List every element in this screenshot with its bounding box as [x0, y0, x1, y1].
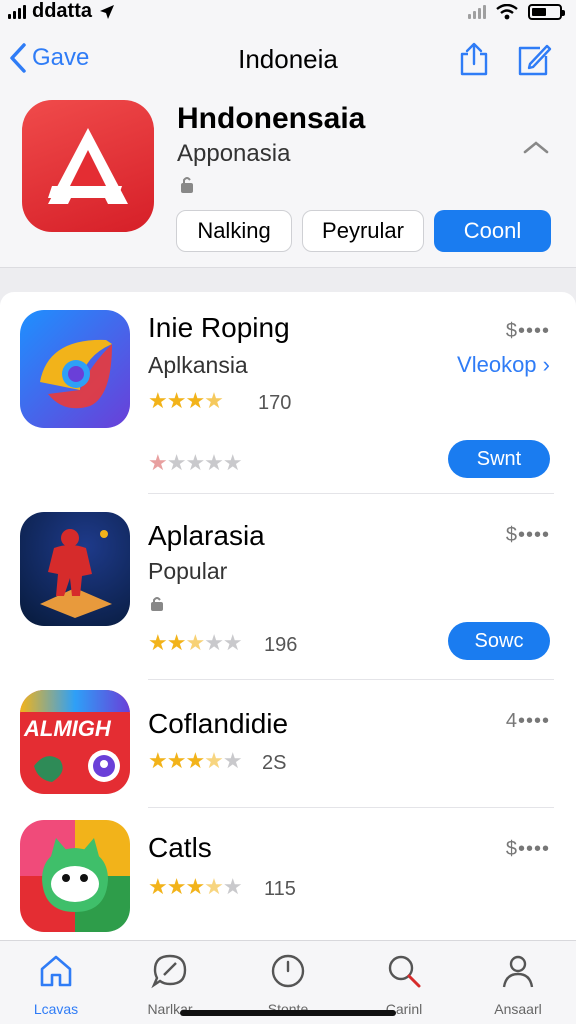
get-button-label: Swnt [476, 447, 522, 470]
robot-figure-icon [40, 529, 112, 618]
cat-face-icon [42, 838, 108, 912]
view-link-label: Vleokop [457, 352, 537, 377]
nav-bar: Gave Indoneia [0, 28, 576, 90]
status-bar: ddatta [0, 0, 576, 28]
chevron-up-icon[interactable] [522, 140, 550, 156]
clock-icon [271, 954, 305, 988]
tab-stonte[interactable]: Stonte [238, 949, 338, 1019]
get-button-label: Sowc [474, 629, 524, 652]
featured-app-icon[interactable] [22, 100, 154, 232]
carrier-name: ddatta [32, 0, 92, 22]
tab-label: Lcavas [33, 1001, 79, 1017]
app-subtitle: Aplkansia [148, 352, 248, 378]
price: $•••• [505, 320, 550, 342]
person-icon [502, 955, 534, 988]
rating-count: 196 [264, 634, 298, 656]
star-rating: ★★★★★ [148, 874, 243, 899]
lock-icon [181, 177, 193, 193]
app-subtitle: Popular [148, 558, 228, 584]
view-link[interactable]: Vleokop › [457, 352, 550, 378]
featured-app-title: Hndonensaia [177, 102, 366, 135]
get-button[interactable]: Swnt [448, 440, 550, 478]
featured-app-subtitle: Apponasia [177, 140, 291, 167]
swirl-logo-icon [40, 339, 112, 409]
icon-stripe [20, 690, 130, 712]
secondary-star-rating: ★★★★★ [148, 450, 243, 475]
price: $•••• [505, 524, 550, 546]
location-arrow-icon [100, 4, 114, 19]
app-list: Inie Roping Aplkansia ★★★★ 170 $•••• Vle… [0, 292, 576, 942]
battery-icon [528, 4, 565, 20]
rating-count: 2S [262, 752, 287, 774]
get-button[interactable]: Sowc [448, 622, 550, 660]
price: $•••• [505, 838, 550, 860]
rating-count: 115 [264, 878, 296, 900]
app-title: Catls [148, 832, 212, 863]
app-title: Inie Roping [148, 312, 290, 343]
share-icon[interactable] [456, 42, 492, 78]
almigh-app-icon: ALMIGH [20, 690, 130, 794]
list-item[interactable]: ALMIGH Coflandidie ★★★★★ 2S 4•••• [0, 680, 576, 808]
star-rating: ★★★★★ [148, 748, 243, 773]
chat-icon [151, 954, 187, 989]
featured-app-header: Hndonensaia Apponasia Nalking Peyrular C… [0, 90, 576, 268]
tab-chat[interactable]: Narlkar [120, 949, 220, 1019]
list-item[interactable]: Catls ★★★★★ 115 $•••• [0, 808, 576, 942]
home-icon [40, 955, 72, 987]
list-item[interactable]: Inie Roping Aplkansia ★★★★ 170 $•••• Vle… [0, 292, 576, 494]
list-item[interactable]: Aplarasia Popular ★★★★★ 196 $•••• Sowc [0, 494, 576, 680]
globe-badge-icon [34, 750, 120, 782]
signal-icon [8, 4, 26, 19]
wifi-icon [496, 4, 518, 20]
price: 4•••• [505, 710, 550, 732]
rating-count: 170 [258, 392, 292, 414]
status-right [468, 4, 565, 20]
tab-home[interactable]: Lcavas [6, 949, 106, 1019]
signal-strength-icon [468, 5, 486, 19]
hero-game-app-icon [20, 512, 130, 626]
tab-nalking-button[interactable]: Nalking [176, 210, 292, 252]
icon-wordmark: ALMIGH [24, 716, 111, 741]
app-title: Aplarasia [148, 520, 265, 551]
star-rating: ★★★★★ [148, 630, 243, 655]
letter-a-logo-icon [48, 128, 128, 204]
search-icon [388, 955, 421, 988]
tab-popular-button[interactable]: Peyrular [302, 210, 424, 252]
cat-app-icon [20, 820, 130, 932]
tab-profile[interactable]: Ansaarl [468, 949, 568, 1019]
home-indicator[interactable] [180, 1010, 396, 1016]
tab-label: Ansaarl [494, 1001, 542, 1017]
chrome-style-app-icon [20, 310, 130, 428]
tab-coonl-button[interactable]: Coonl [434, 210, 551, 252]
star-rating: ★★★★ [148, 388, 224, 413]
carrier: ddatta [8, 0, 116, 23]
app-title: Coflandidie [148, 708, 289, 739]
tab-search[interactable]: Carinl [354, 949, 454, 1019]
lock-icon [151, 597, 163, 611]
compose-icon[interactable] [516, 42, 552, 78]
